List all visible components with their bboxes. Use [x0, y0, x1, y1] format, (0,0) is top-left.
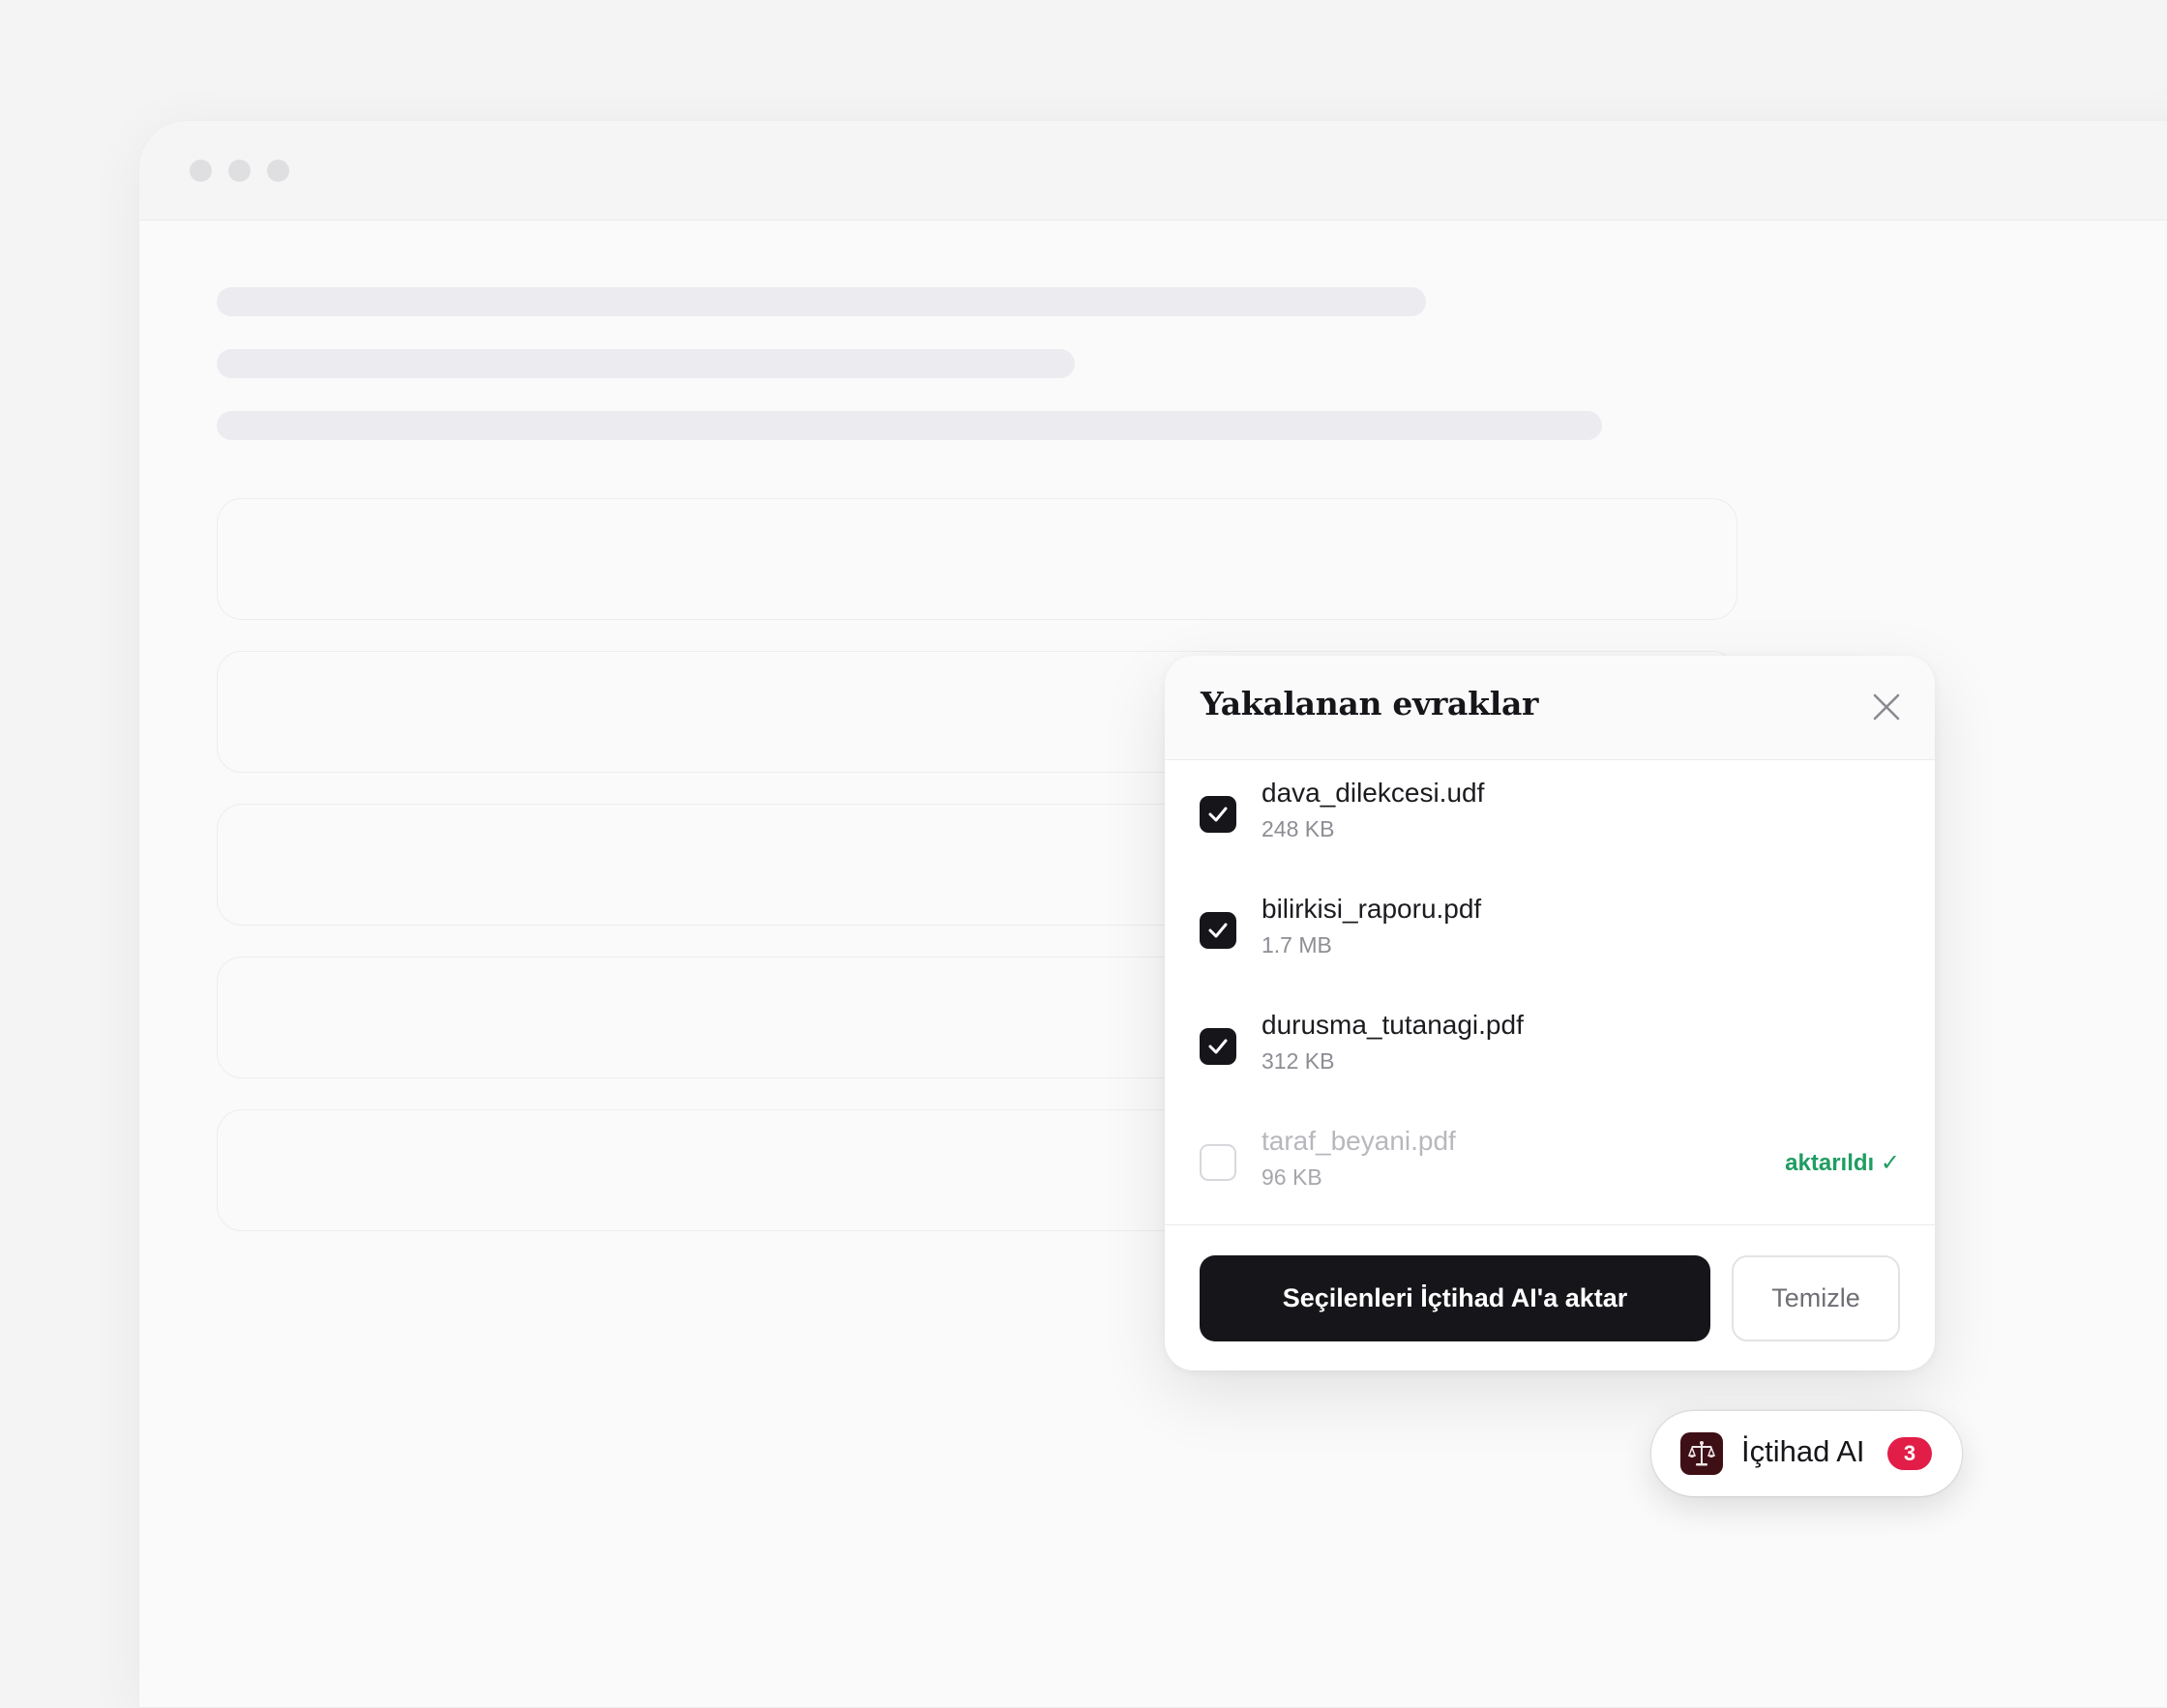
file-list-item[interactable]: durusma_tutanagi.pdf 312 KB [1165, 992, 1935, 1108]
file-checkbox[interactable] [1200, 912, 1236, 949]
file-name: taraf_beyani.pdf [1262, 1126, 1456, 1156]
close-button[interactable] [1871, 692, 1902, 722]
launcher-label: İçtihad AI [1741, 1434, 1865, 1468]
file-name: dava_dilekcesi.udf [1262, 778, 1485, 808]
file-name: durusma_tutanagi.pdf [1262, 1010, 1524, 1040]
file-size: 1.7 MB [1262, 932, 1332, 957]
file-size: 312 KB [1262, 1048, 1335, 1074]
file-size: 96 KB [1262, 1164, 1322, 1190]
clear-button[interactable]: Temizle [1732, 1255, 1900, 1341]
file-list-item[interactable]: dava_dilekcesi.udf 248 KB [1165, 760, 1935, 876]
check-icon [1208, 923, 1228, 938]
close-icon [1873, 693, 1900, 721]
transfer-selected-button[interactable]: Seçilenleri İçtihad AI'a aktar [1200, 1255, 1710, 1341]
panel-footer: Seçilenleri İçtihad AI'a aktar Temizle [1165, 1224, 1935, 1370]
file-name: bilirkisi_raporu.pdf [1262, 894, 1482, 924]
file-size: 248 KB [1262, 816, 1335, 841]
window-dot-close[interactable] [190, 160, 212, 182]
file-list-item[interactable]: bilirkisi_raporu.pdf 1.7 MB [1165, 876, 1935, 992]
skeleton-line [217, 287, 1426, 316]
ictihad-ai-launcher-button[interactable]: İçtihad AI 3 [1651, 1411, 1962, 1496]
file-list-item: taraf_beyani.pdf 96 KB aktarıldı ✓ [1165, 1108, 1935, 1224]
window-dot-minimize[interactable] [228, 160, 251, 182]
check-icon [1208, 807, 1228, 822]
notification-badge: 3 [1887, 1437, 1932, 1470]
window-dot-maximize[interactable] [267, 160, 289, 182]
captured-documents-panel: Yakalanan evraklar dava_dilekcesi.udf 24… [1165, 656, 1935, 1370]
file-checkbox [1200, 1144, 1236, 1181]
panel-title: Yakalanan evraklar [1201, 685, 1539, 722]
skeleton-card [217, 498, 1737, 620]
file-checkbox[interactable] [1200, 1028, 1236, 1065]
skeleton-line [217, 349, 1075, 378]
browser-titlebar [139, 121, 2167, 221]
transferred-status: aktarıldı ✓ [1785, 1150, 1900, 1176]
file-checkbox[interactable] [1200, 796, 1236, 833]
skeleton-line [217, 411, 1602, 440]
check-icon [1208, 1039, 1228, 1054]
panel-header: Yakalanan evraklar [1165, 656, 1935, 760]
scales-of-justice-icon [1680, 1432, 1723, 1475]
